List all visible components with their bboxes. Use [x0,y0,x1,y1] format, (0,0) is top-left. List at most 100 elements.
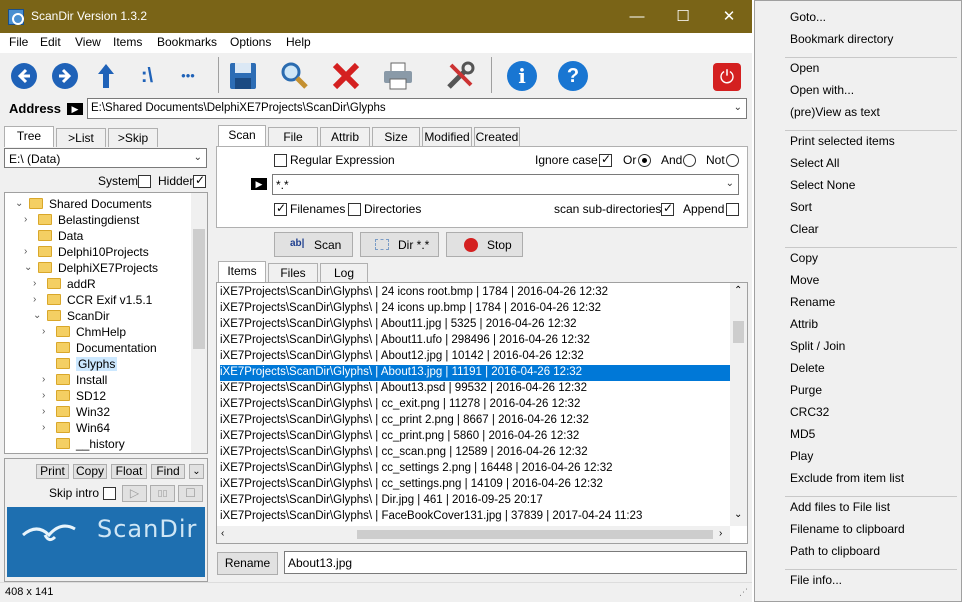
title-bar[interactable]: ScanDir Version 1.3.2 — ☐ ✕ [0,0,752,33]
menu-file[interactable]: File [9,35,28,49]
resize-grip-icon[interactable]: ⋰ [739,587,748,598]
and-radio[interactable] [683,154,696,167]
find-small-button[interactable]: Find [151,464,185,479]
dir-button[interactable]: Dir *.* [360,232,439,257]
not-radio[interactable] [726,154,739,167]
tree-item[interactable]: ⌄ Shared Documents [15,196,152,212]
chevron-right-icon[interactable]: › [42,372,45,388]
tab-tree[interactable]: Tree [4,126,54,147]
save-button[interactable] [226,59,260,93]
menu-item[interactable]: File info... [790,573,842,587]
menu-item[interactable]: Purge [790,383,822,397]
mask-arrow-icon[interactable]: ▶ [251,178,267,190]
float-button[interactable]: Float [111,464,147,479]
stop-button[interactable]: Stop [446,232,523,257]
find-button[interactable] [277,59,311,93]
tab-attrib[interactable]: Attrib [320,127,370,146]
menu-item[interactable]: Select All [790,156,839,170]
tab-files[interactable]: Files [268,263,318,282]
chevron-down-icon[interactable]: ⌄ [15,196,23,212]
menu-item[interactable]: Attrib [790,317,818,331]
list-item[interactable]: iXE7Projects\ScanDir\Glyphs\ | About13.j… [220,365,730,381]
tab-created[interactable]: Created [474,127,520,146]
system-checkbox[interactable] [138,175,151,188]
ignore-case-checkbox[interactable] [599,152,612,167]
tree-item[interactable]: › Win32 [42,404,110,420]
chevron-down-icon[interactable]: ⌄ [734,509,742,520]
subdirs-checkbox[interactable] [661,201,674,216]
menu-item[interactable]: MD5 [790,427,815,441]
play-button[interactable]: ▷ [122,485,147,502]
drive-select[interactable]: E:\ (Data) ⌄ [4,148,207,168]
chevron-down-icon[interactable]: ⌄ [734,102,742,113]
menu-item[interactable]: Open with... [790,83,854,97]
menu-item[interactable]: Move [790,273,819,287]
menu-item[interactable]: Split / Join [790,339,845,353]
settings-button[interactable] [443,59,477,93]
menu-edit[interactable]: Edit [40,35,61,49]
tree-item[interactable]: ⌄ DelphiXE7Projects [24,260,158,276]
regex-checkbox[interactable] [274,154,287,167]
menu-item[interactable]: Select None [790,178,855,192]
tab-log[interactable]: Log [320,263,368,282]
rename-button[interactable]: Rename [217,552,278,575]
menu-item[interactable]: CRC32 [790,405,829,419]
menu-item[interactable]: Bookmark directory [790,32,893,46]
print-small-button[interactable]: Print [36,464,69,479]
menu-item[interactable]: Open [790,61,819,75]
list-item[interactable]: iXE7Projects\ScanDir\Glyphs\ | cc_print … [220,413,589,429]
stop-small-button[interactable]: ☐ [178,485,203,502]
menu-item[interactable]: Print selected items [790,134,895,148]
or-radio[interactable] [638,154,651,167]
menu-view[interactable]: View [75,35,101,49]
list-item[interactable]: iXE7Projects\ScanDir\Glyphs\ | About12.j… [220,349,584,365]
menu-item[interactable]: Path to clipboard [790,544,880,558]
list-item[interactable]: iXE7Projects\ScanDir\Glyphs\ | About11.u… [220,333,590,349]
root-button[interactable]: :\ [130,59,164,93]
tree-item[interactable]: Glyphs [56,356,118,372]
tab-file[interactable]: File [268,127,318,146]
tree-item[interactable]: › Belastingdienst [24,212,139,228]
list-item[interactable]: iXE7Projects\ScanDir\Glyphs\ | 24 icons … [220,285,608,301]
up-button[interactable] [89,59,123,93]
menu-item[interactable]: Clear [790,222,819,236]
more-button[interactable]: ••• [171,59,205,93]
append-checkbox[interactable] [726,203,739,216]
expand-icon[interactable]: ⌄ [189,464,204,479]
tab-items[interactable]: Items [218,261,266,282]
tree-item[interactable]: › ChmHelp [42,324,126,340]
hidden-checkbox[interactable] [193,173,206,188]
list-item[interactable]: iXE7Projects\ScanDir\Glyphs\ | 24 icons … [220,301,601,317]
menu-options[interactable]: Options [230,35,271,49]
results-hscrollbar[interactable]: ‹ › [217,526,730,543]
chevron-down-icon[interactable]: ⌄ [194,152,202,163]
tab-scan[interactable]: Scan [218,125,266,146]
tree-item[interactable]: › addR [33,276,96,292]
maximize-button[interactable]: ☐ [660,0,706,33]
close-button[interactable]: ✕ [706,0,752,33]
list-item[interactable]: iXE7Projects\ScanDir\Glyphs\ | Dir.jpg |… [220,493,543,509]
help-button[interactable]: ? [556,59,590,93]
results-vscrollbar[interactable]: ⌃ ⌄ [730,283,747,526]
chevron-up-icon[interactable]: ⌃ [734,285,742,296]
menu-help[interactable]: Help [286,35,311,49]
print-button[interactable] [381,59,415,93]
directories-checkbox[interactable] [348,203,361,216]
list-item[interactable]: iXE7Projects\ScanDir\Glyphs\ | About11.j… [220,317,577,333]
menu-items[interactable]: Items [113,35,142,49]
results-list[interactable]: iXE7Projects\ScanDir\Glyphs\ | 24 icons … [216,282,748,544]
menu-item[interactable]: Delete [790,361,825,375]
mask-input[interactable]: *.* ⌄ [272,174,739,195]
tree-item[interactable]: Documentation [56,340,157,356]
address-input[interactable]: E:\Shared Documents\DelphiXE7Projects\Sc… [87,98,747,119]
tree-item[interactable]: › Delphi10Projects [24,244,149,260]
tree-item[interactable]: ⌄ ScanDir [33,308,110,324]
chevron-down-icon[interactable]: ⌄ [726,178,734,189]
info-button[interactable]: i [505,59,539,93]
chevron-right-icon[interactable]: › [42,388,45,404]
menu-item[interactable]: Filename to clipboard [790,522,905,536]
list-item[interactable]: iXE7Projects\ScanDir\Glyphs\ | About13.p… [220,381,587,397]
tab-size[interactable]: Size [372,127,420,146]
chevron-left-icon[interactable]: ‹ [221,528,224,539]
menu-item[interactable]: Goto... [790,10,826,24]
